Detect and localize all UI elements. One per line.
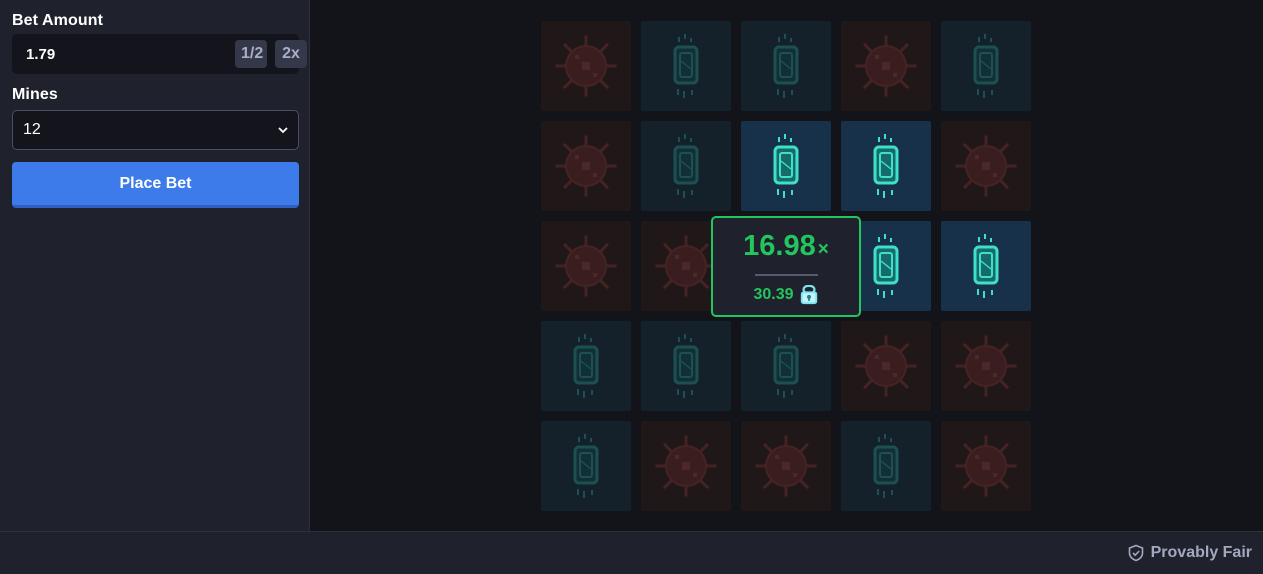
provably-fair-label: Provably Fair (1150, 544, 1252, 561)
board-tile[interactable] (741, 21, 831, 111)
board-tile[interactable] (941, 221, 1031, 311)
multiplier-text: 16.98 × (743, 230, 829, 266)
place-bet-button[interactable]: Place Bet (12, 162, 299, 208)
bet-sidebar: Bet Amount 1/2 2x Mines 12 Place Bet (0, 0, 310, 531)
double-bet-button[interactable]: 2x (275, 40, 307, 68)
board-tile[interactable] (941, 21, 1031, 111)
gem-icon (673, 34, 699, 98)
board-tile[interactable] (941, 321, 1031, 411)
board-tile[interactable] (841, 21, 931, 111)
gem-icon (673, 334, 699, 398)
board-tile[interactable] (541, 321, 631, 411)
chevron-down-icon (278, 127, 288, 134)
gem-icon (973, 34, 999, 98)
gem-icon (973, 234, 999, 298)
gem-icon (573, 334, 599, 398)
footer-bar: Provably Fair (0, 531, 1263, 574)
board-tile[interactable] (641, 21, 731, 111)
mines-game-app: Bet Amount 1/2 2x Mines 12 Place Bet 16 (0, 0, 1263, 574)
board-tile[interactable] (641, 421, 731, 511)
mine-icon (955, 435, 1017, 497)
board-tile[interactable] (741, 321, 831, 411)
gem-icon (573, 434, 599, 498)
mines-select[interactable]: 12 (12, 110, 299, 150)
board-tile[interactable] (641, 321, 731, 411)
board-tile[interactable] (541, 221, 631, 311)
multiplier-value: 16.98 (743, 230, 816, 262)
board-tile[interactable] (541, 21, 631, 111)
cashout-popup: 16.98 × 30.39 (711, 216, 861, 317)
board-tile[interactable] (941, 421, 1031, 511)
board-tile[interactable] (741, 121, 831, 211)
half-bet-button[interactable]: 1/2 (235, 40, 267, 68)
mine-icon (955, 335, 1017, 397)
mine-icon (655, 435, 717, 497)
board-tile[interactable] (541, 421, 631, 511)
mine-icon (955, 135, 1017, 197)
board-tile[interactable] (841, 121, 931, 211)
game-board-area: 16.98 × 30.39 (311, 0, 1263, 531)
mines-label: Mines (12, 86, 58, 103)
mine-icon (555, 235, 617, 297)
cashout-divider (754, 274, 818, 276)
mine-icon (555, 135, 617, 197)
board-tile[interactable] (841, 321, 931, 411)
mine-icon (855, 35, 917, 97)
bet-amount-input[interactable] (26, 45, 227, 63)
gem-icon (873, 434, 899, 498)
multiplier-suffix: × (817, 239, 829, 260)
shield-check-icon (1128, 544, 1143, 562)
mine-icon (555, 35, 617, 97)
bet-amount-label: Bet Amount (12, 12, 104, 29)
board-tile[interactable] (641, 121, 731, 211)
lock-coin-icon (800, 285, 817, 305)
gem-icon (773, 334, 799, 398)
provably-fair-link[interactable]: Provably Fair (1127, 544, 1252, 562)
mines-select-value: 12 (23, 121, 41, 138)
gem-icon (673, 134, 699, 198)
board-tile[interactable] (941, 121, 1031, 211)
board-tile[interactable] (841, 421, 931, 511)
gem-icon (873, 134, 899, 198)
gem-icon (773, 34, 799, 98)
gem-icon (773, 134, 799, 198)
win-amount: 30.39 (753, 286, 794, 303)
win-amount-row: 30.39 (753, 285, 818, 305)
board-tile[interactable] (741, 421, 831, 511)
mine-icon (855, 335, 917, 397)
bet-amount-field[interactable]: 1/2 2x (12, 34, 307, 74)
board-tile[interactable] (541, 121, 631, 211)
mine-icon (755, 435, 817, 497)
gem-icon (873, 234, 899, 298)
